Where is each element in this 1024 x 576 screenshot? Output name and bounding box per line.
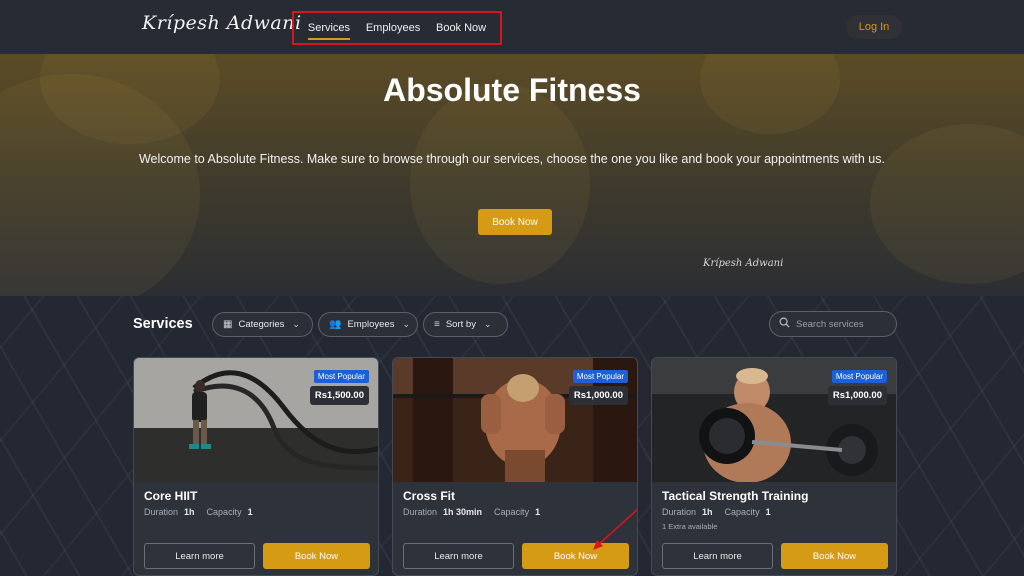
book-now-button[interactable]: Book Now: [781, 543, 888, 569]
service-title: Tactical Strength Training: [662, 489, 809, 503]
price-tag: Rs1,500.00: [309, 386, 369, 405]
book-now-button[interactable]: Book Now: [263, 543, 370, 569]
service-meta: Duration 1h Capacity 1: [662, 507, 771, 517]
most-popular-badge: Most Popular: [572, 370, 628, 383]
main-nav: Services Employees Book Now: [292, 11, 502, 45]
service-image: Most Popular Rs1,000.00: [652, 358, 896, 482]
extras-available-text: 1 Extra available: [662, 522, 718, 531]
duration-label: Duration: [144, 507, 179, 517]
duration-value: 1h: [702, 507, 713, 517]
service-title: Core HIIT: [144, 489, 198, 503]
search-input[interactable]: [796, 318, 892, 330]
decorative-blob: [870, 124, 1024, 284]
grid-icon: ▦: [223, 319, 233, 330]
price-tag: Rs1,000.00: [827, 386, 887, 405]
categories-filter[interactable]: ▦ Categories ⌄: [212, 312, 313, 337]
capacity-label: Capacity: [724, 507, 760, 517]
capacity-value: 1: [765, 507, 771, 517]
duration-value: 1h 30min: [443, 507, 483, 517]
service-card-tactical-strength: Most Popular Rs1,000.00 Tactical Strengt…: [651, 357, 897, 576]
hero-subtitle: Welcome to Absolute Fitness. Make sure t…: [138, 152, 885, 166]
decorative-blob: [410, 84, 590, 284]
learn-more-button[interactable]: Learn more: [403, 543, 514, 569]
service-image: Most Popular Rs1,000.00: [393, 358, 637, 482]
nav-employees-link[interactable]: Employees: [366, 18, 420, 38]
search-box[interactable]: [769, 311, 897, 337]
search-icon: [779, 315, 790, 333]
login-button[interactable]: Log In: [846, 15, 902, 39]
users-icon: 👥: [329, 319, 342, 330]
duration-value: 1h: [184, 507, 195, 517]
services-heading: Services: [133, 316, 193, 332]
annotation-arrow-icon: [593, 508, 637, 550]
employees-filter[interactable]: 👥 Employees ⌄: [318, 312, 418, 337]
duration-label: Duration: [403, 507, 438, 517]
service-card-core-hiit: Most Popular Rs1,500.00 Core HIIT Durati…: [133, 357, 379, 576]
service-title: Cross Fit: [403, 489, 456, 503]
capacity-label: Capacity: [494, 507, 530, 517]
page-title: Absolute Fitness: [383, 72, 641, 108]
most-popular-badge: Most Popular: [831, 370, 887, 383]
chevron-down-icon: ⌄: [483, 319, 492, 329]
nav-services-link[interactable]: Services: [307, 18, 351, 40]
chevron-down-icon: ⌄: [402, 319, 410, 329]
brand-logo[interactable]: Krípesh Adwani: [142, 12, 302, 34]
nav-book-now-link[interactable]: Book Now: [436, 18, 486, 38]
hero-book-now-button[interactable]: Book Now: [478, 209, 552, 235]
service-image: Most Popular Rs1,500.00: [134, 358, 378, 482]
duration-label: Duration: [662, 507, 697, 517]
hero-signature: Krípesh Adwani: [703, 258, 784, 269]
top-navigation-bar: Krípesh Adwani Services Employees Book N…: [0, 0, 1024, 54]
hero-banner: Absolute Fitness Welcome to Absolute Fit…: [0, 54, 1024, 296]
learn-more-button[interactable]: Learn more: [144, 543, 255, 569]
learn-more-button[interactable]: Learn more: [662, 543, 773, 569]
price-tag: Rs1,000.00: [568, 386, 628, 405]
filter-label: Sort by: [445, 319, 476, 330]
sort-icon: ≡: [434, 319, 440, 330]
service-card-cross-fit: Most Popular Rs1,000.00 Cross Fit Durati…: [392, 357, 638, 576]
sort-by-filter[interactable]: ≡ Sort by ⌄: [423, 312, 508, 337]
capacity-label: Capacity: [206, 507, 242, 517]
chevron-down-icon: ⌄: [292, 319, 300, 329]
filter-label: Categories: [238, 319, 285, 330]
service-meta: Duration 1h Capacity 1: [144, 507, 253, 517]
filter-label: Employees: [347, 319, 395, 330]
service-meta: Duration 1h 30min Capacity 1: [403, 507, 540, 517]
most-popular-badge: Most Popular: [313, 370, 369, 383]
capacity-value: 1: [535, 507, 541, 517]
capacity-value: 1: [247, 507, 253, 517]
